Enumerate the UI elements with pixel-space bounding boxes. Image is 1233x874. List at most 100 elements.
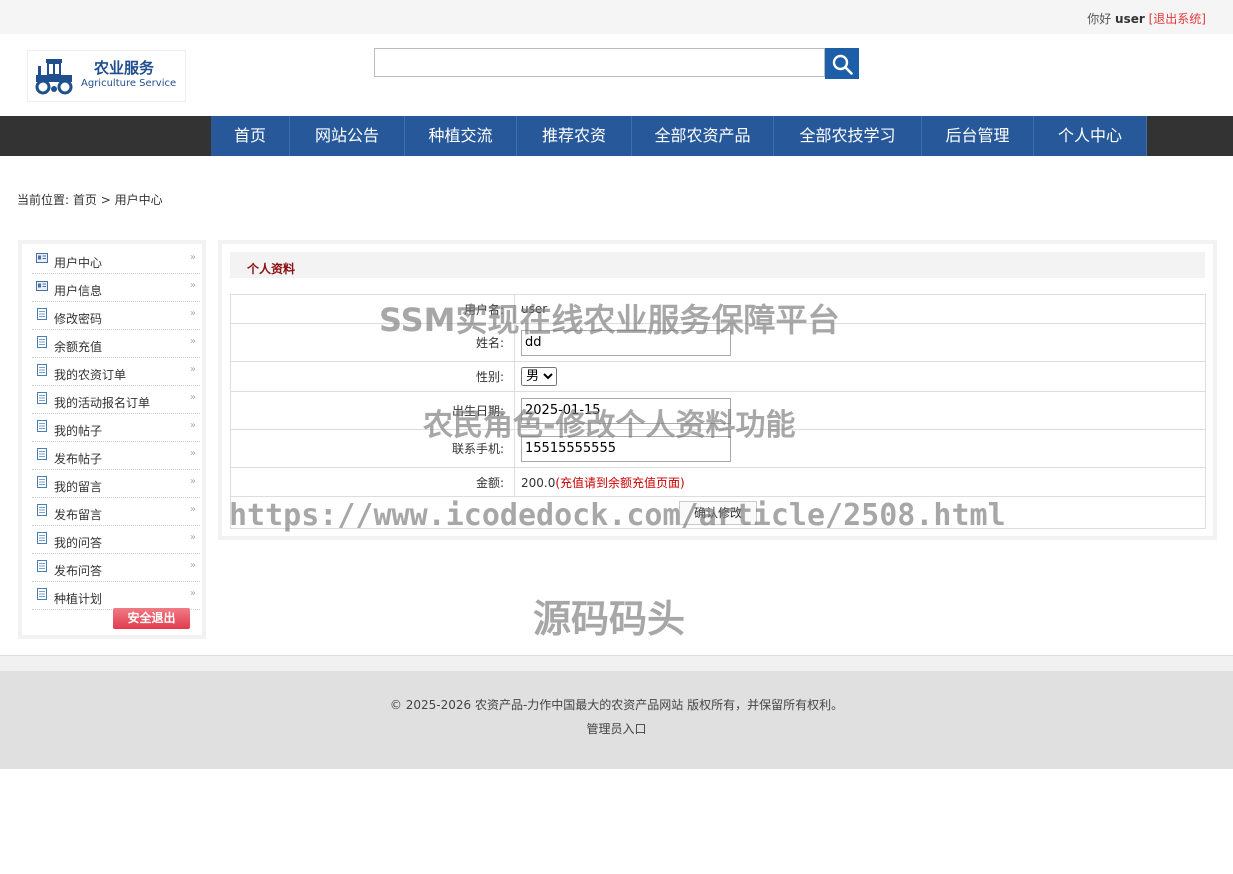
chevron-right-icon: » xyxy=(189,476,196,487)
sidebar-item-label: 发布问答 xyxy=(54,564,103,578)
sidebar-item-label: 用户中心 xyxy=(54,256,103,270)
id-card-icon xyxy=(36,253,48,263)
document-icon xyxy=(37,588,47,600)
copyright-text: © 2025-2026 农资产品-力作中国最大的农资产品网站 版权所有，并保留所… xyxy=(389,698,844,712)
sidebar-item-label: 我的活动报名订单 xyxy=(54,396,151,410)
form-row-submit: 确认修改 xyxy=(230,496,1206,529)
sidebar-item-activity-orders[interactable]: 我的活动报名订单 » xyxy=(32,386,200,414)
search-button[interactable] xyxy=(825,48,859,79)
logo-title: 农业服务 xyxy=(94,59,155,77)
sidebar-item-recharge[interactable]: 余额充值 » xyxy=(32,330,200,358)
chevron-right-icon: » xyxy=(189,532,196,543)
gender-select[interactable]: 男 xyxy=(521,367,557,386)
sidebar-item-label: 发布留言 xyxy=(54,508,103,522)
name-label: 姓名: xyxy=(230,323,515,362)
submit-cell: 确认修改 xyxy=(230,496,1206,529)
sidebar-item-label: 我的帖子 xyxy=(54,424,103,438)
footer: © 2025-2026 农资产品-力作中国最大的农资产品网站 版权所有，并保留所… xyxy=(0,671,1233,769)
chevron-right-icon: » xyxy=(189,588,196,599)
username-value: user xyxy=(514,294,1206,324)
main-nav-bar: 首页 网站公告 种植交流 推荐农资 全部农资产品 全部农技学习 后台管理 个人中… xyxy=(0,116,1233,156)
birthday-label: 出生日期: xyxy=(230,391,515,430)
sidebar-item-label: 用户信息 xyxy=(54,284,103,298)
document-icon xyxy=(37,420,47,432)
nav-all-tech-learning[interactable]: 全部农技学习 xyxy=(774,116,922,156)
nav-admin[interactable]: 后台管理 xyxy=(922,116,1034,156)
chevron-right-icon: » xyxy=(189,504,196,515)
document-icon xyxy=(37,308,47,320)
breadcrumb-current: 用户中心 xyxy=(114,193,163,207)
sidebar-item-my-orders[interactable]: 我的农资订单 » xyxy=(32,358,200,386)
chevron-right-icon: » xyxy=(189,560,196,571)
search-icon xyxy=(832,54,853,75)
greeting-text: 你好 xyxy=(1087,12,1112,26)
sidebar-item-planting-plan[interactable]: 种植计划 » xyxy=(32,582,200,610)
footer-divider xyxy=(0,655,1233,672)
document-icon xyxy=(37,476,47,488)
sidebar-item-my-posts[interactable]: 我的帖子 » xyxy=(32,414,200,442)
safe-logout-button[interactable]: 安全退出 xyxy=(113,608,190,629)
chevron-right-icon: » xyxy=(189,336,196,347)
form-row-birthday: 出生日期: xyxy=(230,391,1206,430)
sidebar-item-label: 发布帖子 xyxy=(54,452,103,466)
balance-value: 200.0 xyxy=(521,475,556,490)
document-icon xyxy=(37,364,47,376)
sidebar-item-my-messages[interactable]: 我的留言 » xyxy=(32,470,200,498)
chevron-right-icon: » xyxy=(189,280,196,291)
chevron-right-icon: » xyxy=(189,448,196,459)
recharge-hint-link[interactable]: (充值请到余额充值页面) xyxy=(555,476,684,490)
phone-input[interactable] xyxy=(521,435,731,462)
sidebar-item-change-password[interactable]: 修改密码 » xyxy=(32,302,200,330)
document-icon xyxy=(37,560,47,572)
balance-label: 金额: xyxy=(230,467,515,497)
sidebar-item-user-info[interactable]: 用户信息 » xyxy=(32,274,200,302)
logo-subtitle: Agriculture Service xyxy=(81,78,177,89)
sidebar-item-new-qa[interactable]: 发布问答 » xyxy=(32,554,200,582)
sidebar-item-label: 余额充值 xyxy=(54,340,103,354)
sidebar-item-label: 我的留言 xyxy=(54,480,103,494)
document-icon xyxy=(37,448,47,460)
breadcrumb: 当前位置: 首页 > 用户中心 xyxy=(17,191,163,208)
watermark-brand: 源码码头 xyxy=(533,597,686,641)
sidebar-item-label: 我的农资订单 xyxy=(54,368,127,382)
form-row-gender: 性别: 男 xyxy=(230,361,1206,392)
sidebar-item-user-center[interactable]: 用户中心 » xyxy=(32,246,200,274)
sidebar-item-label: 我的问答 xyxy=(54,536,103,550)
logout-link[interactable]: [退出系统] xyxy=(1149,12,1206,26)
top-bar: 你好 user [退出系统] xyxy=(0,0,1233,34)
sidebar-item-my-qa[interactable]: 我的问答 » xyxy=(32,526,200,554)
site-logo[interactable]: 农业服务 Agriculture Service xyxy=(27,50,186,102)
panel-title: 个人资料 xyxy=(247,262,296,276)
document-icon xyxy=(37,392,47,404)
nav-announcements[interactable]: 网站公告 xyxy=(290,116,405,156)
nav-all-products[interactable]: 全部农资产品 xyxy=(632,116,774,156)
sidebar-item-new-post[interactable]: 发布帖子 » xyxy=(32,442,200,470)
form-row-balance: 金额: 200.0(充值请到余额充值页面) xyxy=(230,467,1206,497)
user-greeting: 你好 user [退出系统] xyxy=(1087,10,1206,27)
panel-header: 个人资料 xyxy=(230,252,1205,278)
form-row-name: 姓名: xyxy=(230,323,1206,362)
document-icon xyxy=(37,504,47,516)
id-card-icon xyxy=(36,281,48,291)
admin-entry-link[interactable]: 管理员入口 xyxy=(0,720,1233,737)
breadcrumb-home[interactable]: 首页 xyxy=(73,193,97,207)
confirm-edit-button[interactable]: 确认修改 xyxy=(679,500,757,525)
breadcrumb-prefix: 当前位置: xyxy=(17,193,70,207)
profile-form: 用户名: user 姓名: 性别: 男 出生日期: 联系手机: 金额: 200.… xyxy=(230,294,1206,529)
nav-personal-center[interactable]: 个人中心 xyxy=(1034,116,1147,156)
search-input[interactable] xyxy=(374,48,825,77)
chevron-right-icon: » xyxy=(189,252,196,263)
sidebar-item-new-message[interactable]: 发布留言 » xyxy=(32,498,200,526)
main-nav: 首页 网站公告 种植交流 推荐农资 全部农资产品 全部农技学习 后台管理 个人中… xyxy=(211,116,1147,156)
sidebar-item-label: 修改密码 xyxy=(54,312,103,326)
name-input[interactable] xyxy=(521,329,731,356)
chevron-right-icon: » xyxy=(189,364,196,375)
tractor-icon xyxy=(35,59,73,95)
nav-recommended-supplies[interactable]: 推荐农资 xyxy=(517,116,632,156)
nav-home[interactable]: 首页 xyxy=(211,116,290,156)
nav-planting-exchange[interactable]: 种植交流 xyxy=(405,116,517,156)
birthday-input[interactable] xyxy=(521,397,731,424)
chevron-right-icon: » xyxy=(189,420,196,431)
username-label: 用户名: xyxy=(230,294,515,324)
form-row-username: 用户名: user xyxy=(230,294,1206,324)
